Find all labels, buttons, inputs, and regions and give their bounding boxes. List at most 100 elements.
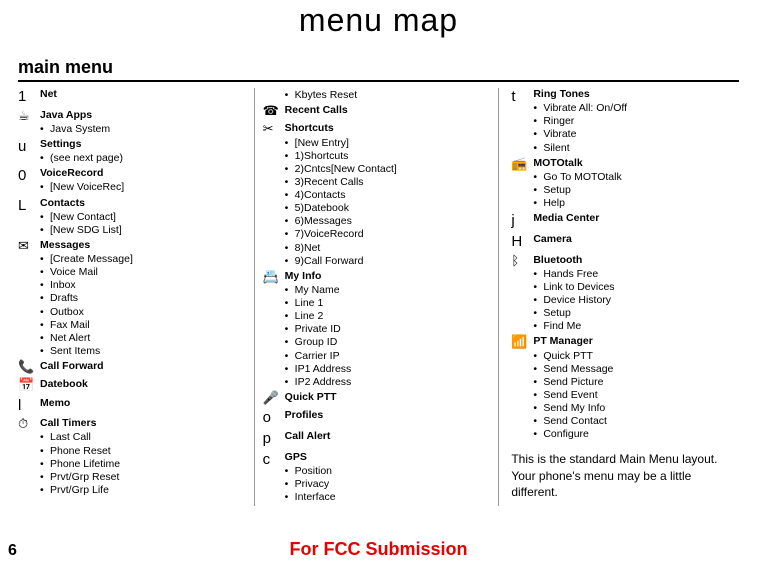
menu-item: [New VoiceRec] xyxy=(50,181,246,194)
menu-item: My Name xyxy=(295,284,491,297)
footer: 6 For FCC Submission xyxy=(0,539,757,560)
menu-heading: Recent Calls xyxy=(285,104,491,117)
menu-group: ᛒBluetoothHands FreeLink to DevicesDevic… xyxy=(511,254,739,334)
menu-item: 5)Datebook xyxy=(295,202,491,215)
menu-item: Device History xyxy=(543,294,739,307)
menu-group: uSettings(see next page) xyxy=(18,138,246,165)
menu-item: Prvt/Grp Life xyxy=(50,484,246,497)
menu-item: Group ID xyxy=(295,336,491,349)
menu-group: LContacts[New Contact][New SDG List] xyxy=(18,197,246,237)
menu-heading: Messages xyxy=(40,239,246,252)
menu-item: Vibrate All: On/Off xyxy=(543,102,739,115)
menu-group-body: Call Alert xyxy=(285,430,491,449)
menu-group-body: BluetoothHands FreeLink to DevicesDevice… xyxy=(533,254,739,334)
menu-group-body: Camera xyxy=(533,233,739,252)
menu-item: 7)VoiceRecord xyxy=(295,228,491,241)
menu-item-list: PositionPrivacyInterface xyxy=(285,465,491,504)
menu-heading: VoiceRecord xyxy=(40,167,246,180)
menu-glyph: j xyxy=(511,212,533,231)
menu-item: Go To MOTOtalk xyxy=(543,171,739,184)
menu-item: Fax Mail xyxy=(50,319,246,332)
menu-item: Send Event xyxy=(543,389,739,402)
menu-glyph: c xyxy=(263,451,285,505)
fcc-notice: For FCC Submission xyxy=(0,539,757,560)
menu-glyph: ✉ xyxy=(18,239,40,358)
menu-heading: Java Apps xyxy=(40,109,246,122)
menu-item-list: Go To MOTOtalkSetupHelp xyxy=(533,171,739,210)
menu-glyph: 📞 xyxy=(18,360,40,376)
menu-heading: Call Forward xyxy=(40,360,246,373)
menu-group-body: Java AppsJava System xyxy=(40,109,246,136)
menu-item: [New Contact] xyxy=(50,211,246,224)
menu-glyph: L xyxy=(18,197,40,237)
menu-item-list: [Create Message]Voice MailInboxDraftsOut… xyxy=(40,253,246,358)
menu-heading: PT Manager xyxy=(533,335,739,348)
menu-item-list: Vibrate All: On/OffRingerVibrateSilent xyxy=(533,102,739,155)
menu-item: Line 2 xyxy=(295,310,491,323)
menu-item: IP1 Address xyxy=(295,363,491,376)
menu-item: Configure xyxy=(543,428,739,441)
menu-glyph: ⏱ xyxy=(18,417,40,497)
menu-group: ✉Messages[Create Message]Voice MailInbox… xyxy=(18,239,246,358)
menu-item: Last Call xyxy=(50,431,246,444)
menu-group-body: Kbytes Reset xyxy=(285,88,491,102)
menu-group: ✂Shortcuts[New Entry]1)Shortcuts2)Cntcs[… xyxy=(263,122,491,267)
menu-item: Private ID xyxy=(295,323,491,336)
menu-item: Voice Mail xyxy=(50,266,246,279)
menu-group-body: Memo xyxy=(40,397,246,416)
menu-group: 📞Call Forward xyxy=(18,360,246,376)
menu-glyph: o xyxy=(263,409,285,428)
menu-heading: Quick PTT xyxy=(285,391,491,404)
menu-glyph: ✂ xyxy=(263,122,285,267)
menu-item-list: Kbytes Reset xyxy=(285,89,491,102)
menu-glyph: 🎤 xyxy=(263,391,285,407)
column-2: Kbytes Reset☎Recent Calls✂Shortcuts[New … xyxy=(263,88,500,506)
menu-group-body: PT ManagerQuick PTTSend MessageSend Pict… xyxy=(533,335,739,441)
menu-glyph xyxy=(263,88,285,102)
page-title: menu map xyxy=(0,2,757,39)
menu-group-body: Shortcuts[New Entry]1)Shortcuts2)Cntcs[N… xyxy=(285,122,491,267)
menu-item: Phone Lifetime xyxy=(50,458,246,471)
menu-item-list: [New Entry]1)Shortcuts2)Cntcs[New Contac… xyxy=(285,137,491,268)
menu-item: Phone Reset xyxy=(50,445,246,458)
menu-item: Position xyxy=(295,465,491,478)
menu-item: Setup xyxy=(543,184,739,197)
menu-group: lMemo xyxy=(18,397,246,416)
menu-item: Send My Info xyxy=(543,402,739,415)
menu-group-body: Quick PTT xyxy=(285,391,491,407)
menu-heading: GPS xyxy=(285,451,491,464)
column-1: 1Net☕Java AppsJava SystemuSettings(see n… xyxy=(18,88,255,506)
menu-group: tRing TonesVibrate All: On/OffRingerVibr… xyxy=(511,88,739,155)
menu-group-body: Media Center xyxy=(533,212,739,231)
menu-group: cGPSPositionPrivacyInterface xyxy=(263,451,491,505)
menu-item: 6)Messages xyxy=(295,215,491,228)
menu-group: Kbytes Reset xyxy=(263,88,491,102)
menu-item: Send Picture xyxy=(543,376,739,389)
menu-item-list: Last CallPhone ResetPhone Lifetime Prvt/G… xyxy=(40,431,246,497)
menu-item: [New Entry] xyxy=(295,137,491,150)
menu-group-body: Datebook xyxy=(40,378,246,394)
menu-group: 📶PT ManagerQuick PTTSend MessageSend Pic… xyxy=(511,335,739,441)
layout-note: This is the standard Main Menu layout. Y… xyxy=(511,451,739,500)
menu-group: 1Net xyxy=(18,88,246,107)
menu-group: 📅Datebook xyxy=(18,378,246,394)
menu-heading: My Info xyxy=(285,270,491,283)
menu-heading: Datebook xyxy=(40,378,246,391)
menu-group-body: Settings(see next page) xyxy=(40,138,246,165)
menu-heading: Profiles xyxy=(285,409,491,422)
menu-group-body: VoiceRecord[New VoiceRec] xyxy=(40,167,246,194)
menu-glyph: t xyxy=(511,88,533,155)
menu-item: Help xyxy=(543,197,739,210)
menu-item: Drafts xyxy=(50,292,246,305)
menu-item-list: [New Contact][New SDG List] xyxy=(40,211,246,237)
menu-glyph: 📻 xyxy=(511,157,533,211)
menu-item: Hands Free xyxy=(543,268,739,281)
menu-group-body: Call TimersLast CallPhone ResetPhone Lif… xyxy=(40,417,246,497)
menu-item: Vibrate xyxy=(543,128,739,141)
menu-glyph: 1 xyxy=(18,88,40,107)
menu-item: Privacy xyxy=(295,478,491,491)
menu-heading: Camera xyxy=(533,233,739,246)
menu-glyph: 0 xyxy=(18,167,40,194)
menu-item: Outbox xyxy=(50,306,246,319)
menu-group-body: Profiles xyxy=(285,409,491,428)
